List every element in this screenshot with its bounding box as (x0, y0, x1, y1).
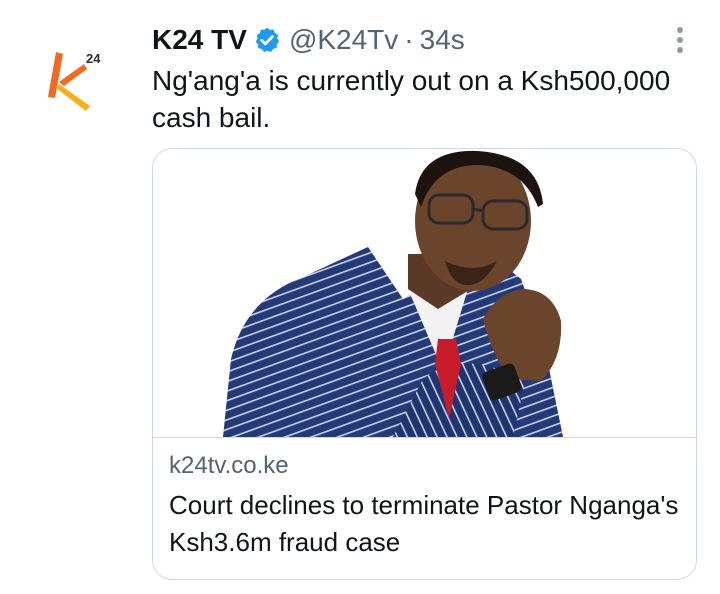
separator-dot: · (404, 24, 414, 55)
author-handle[interactable]: @K24Tv (289, 24, 398, 56)
tweet[interactable]: 24 K24 TV @K24Tv · 34s Ng'ang'a is curre… (0, 0, 720, 594)
card-body: k24tv.co.ke Court declines to terminate … (169, 449, 684, 561)
card-domain[interactable]: k24tv.co.ke (169, 449, 684, 483)
link-card[interactable]: k24tv.co.ke Court declines to terminate … (152, 148, 697, 580)
tweet-text: Ng'ang'a is currently out on a Ksh500,00… (152, 65, 671, 133)
logo-text: 24 (86, 51, 101, 66)
tweet-header: K24 TV @K24Tv · 34s (152, 22, 465, 58)
avatar[interactable]: 24 (46, 48, 106, 114)
card-title[interactable]: Court declines to terminate Pastor Ngang… (169, 487, 684, 561)
card-image[interactable] (153, 149, 696, 438)
dot (677, 47, 683, 53)
dot (677, 27, 683, 33)
tweet-timestamp[interactable]: 34s (420, 24, 465, 56)
more-options-icon[interactable] (668, 22, 692, 58)
verified-badge-icon (255, 27, 280, 53)
pastor-photo-image (223, 150, 563, 437)
dot (677, 37, 683, 43)
k24-logo-icon: 24 (48, 51, 101, 111)
author-name[interactable]: K24 TV (152, 24, 247, 56)
